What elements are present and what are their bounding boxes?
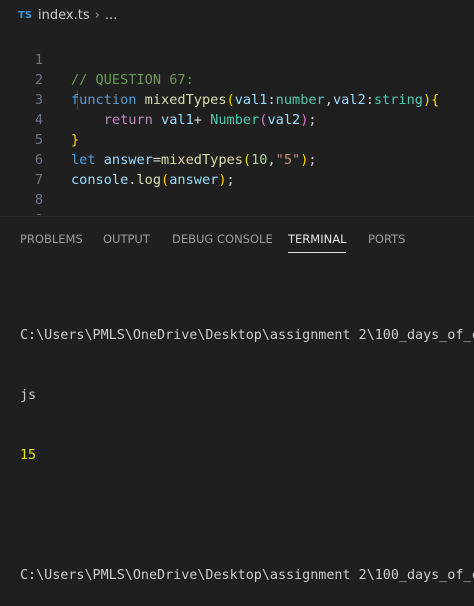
terminal-output[interactable]: C:\Users\PMLS\OneDrive\Desktop\assignmen… (20, 286, 474, 606)
tab-ports[interactable]: PORTS (368, 232, 405, 246)
tab-terminal-label: TERMINAL (288, 232, 347, 246)
terminal-line-prompt: C:\Users\PMLS\OneDrive\Desktop\assignmen… (20, 328, 474, 343)
tab-terminal[interactable]: TERMINAL (288, 232, 347, 253)
breadcrumb-symbols[interactable]: ... (105, 8, 117, 23)
tab-problems[interactable]: PROBLEMS (20, 232, 83, 246)
terminal-line-result: 15 (20, 448, 37, 463)
code-line[interactable]: 5 let answer=mixedTypes(10,"5"); (0, 110, 474, 168)
active-tab-indicator (288, 252, 347, 253)
chevron-right-icon: › (94, 7, 100, 23)
breadcrumb-filename[interactable]: index.ts (38, 8, 90, 23)
code-line[interactable]: 3 return val1+ Number(val2); (0, 70, 474, 128)
panel-divider[interactable] (0, 216, 474, 217)
breadcrumb: TS index.ts › ... (0, 0, 474, 30)
code-line[interactable]: 2 function mixedTypes(val1:number,val2:s… (0, 50, 474, 108)
tab-debug-console[interactable]: DEBUG CONSOLE (172, 232, 273, 246)
code-line[interactable]: 4 } (0, 90, 474, 148)
code-editor[interactable]: 1 // QUESTION 67: 2 function mixedTypes(… (0, 30, 474, 215)
panel-tab-bar: PROBLEMS OUTPUT DEBUG CONSOLE TERMINAL P… (0, 222, 474, 258)
tab-output[interactable]: OUTPUT (103, 232, 150, 246)
terminal-line-prompt: C:\Users\PMLS\OneDrive\Desktop\assignmen… (20, 568, 474, 583)
code-line[interactable]: 6 console.log(answer); (0, 130, 474, 188)
code-line[interactable]: 8 (0, 170, 474, 208)
line-number: 9 (0, 210, 43, 215)
code-line[interactable]: 7 (0, 150, 474, 188)
terminal-line: js (20, 388, 37, 403)
typescript-file-icon: TS (18, 9, 33, 21)
code-line[interactable]: 1 // QUESTION 67: (0, 30, 474, 88)
code-line[interactable]: 9 (0, 190, 474, 215)
